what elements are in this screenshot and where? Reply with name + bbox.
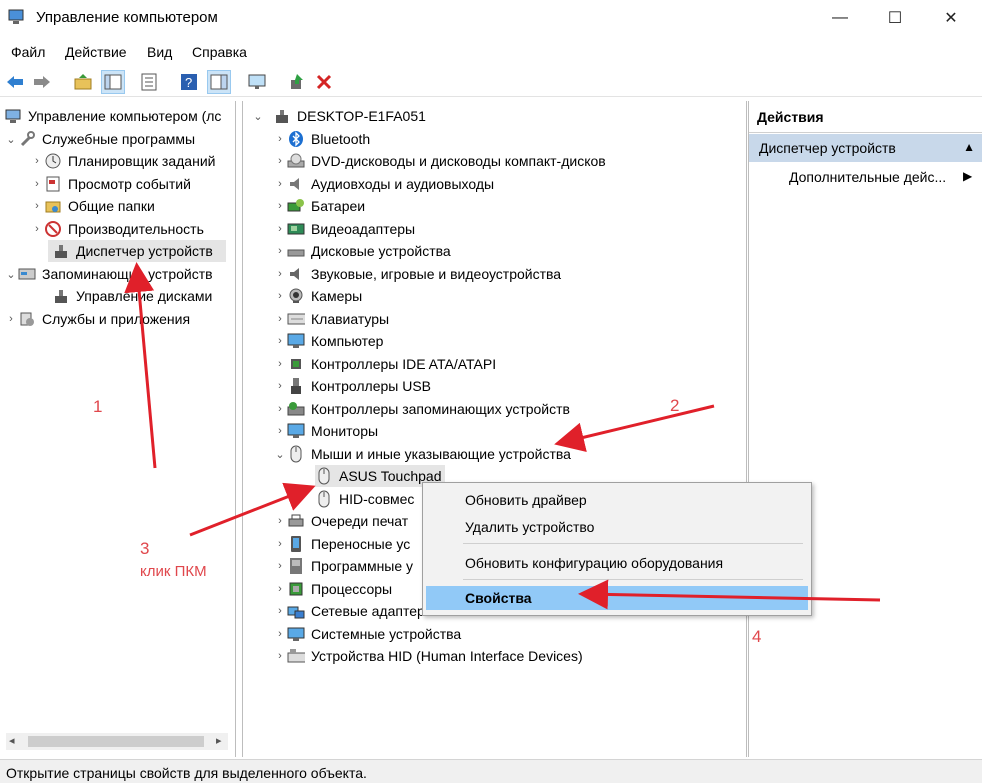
annotation-note-right-click: клик ПКМ (140, 563, 207, 579)
annotation-label-2: 2 (670, 396, 680, 415)
annotation-arrow-1 (124, 262, 157, 469)
annotation-label-4: 4 (752, 627, 762, 646)
annotation-arrow-4 (578, 579, 881, 610)
annotation-label-1: 1 (93, 397, 103, 416)
annotation-label-3: 3 (140, 539, 150, 558)
annotation-overlay (124, 262, 881, 610)
annotation-arrow-3 (189, 482, 316, 537)
annotation-arrow-2 (554, 404, 715, 452)
